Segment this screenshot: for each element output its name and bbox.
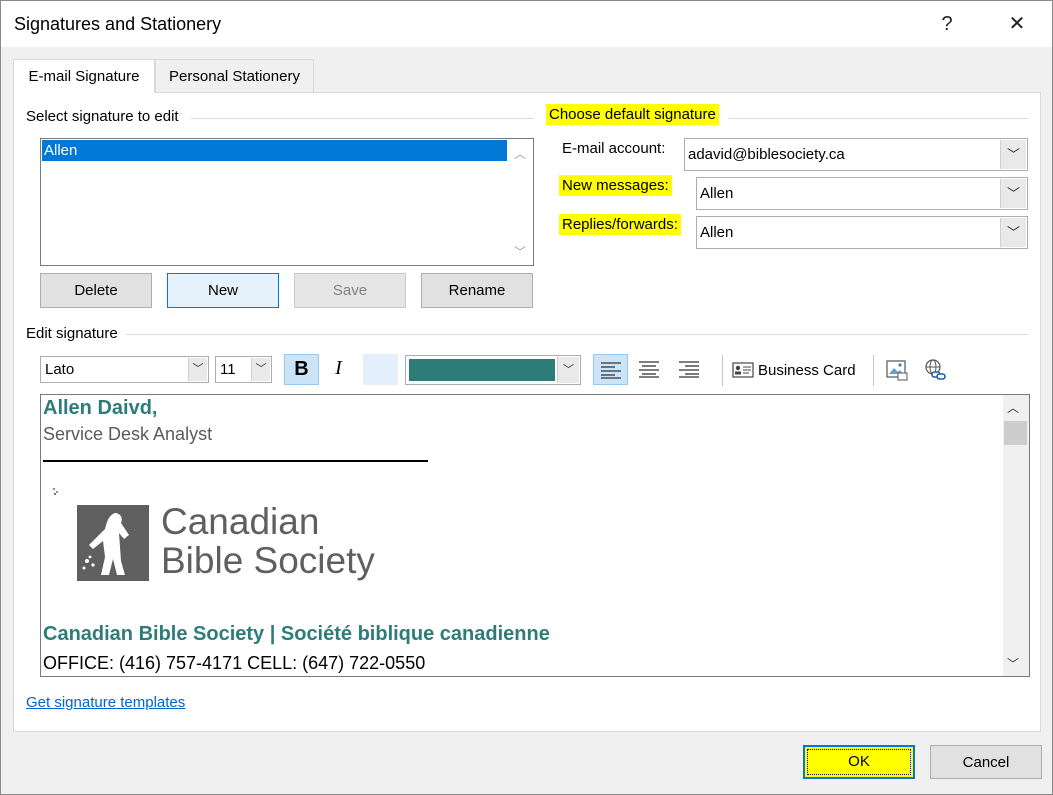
italic-button[interactable]: I	[321, 354, 356, 385]
email-account-select[interactable]: adavid@biblesociety.ca ﹀	[684, 138, 1028, 171]
tab-personal-stationery[interactable]: Personal Stationery	[155, 59, 314, 92]
underline-button[interactable]	[363, 354, 398, 385]
divider	[729, 118, 1029, 119]
chevron-down-icon: ﹀	[1000, 218, 1026, 247]
editor-scrollbar[interactable]: ︿ ﹀	[1003, 395, 1029, 676]
new-messages-label-text: New messages:	[559, 175, 672, 196]
new-messages-select[interactable]: Allen ﹀	[696, 177, 1028, 210]
scroll-down-icon[interactable]: ﹀	[1007, 655, 1019, 672]
business-card-icon	[732, 362, 754, 378]
font-color-select[interactable]: ﹀	[405, 355, 581, 385]
tab-email-signature[interactable]: E-mail Signature	[13, 59, 155, 93]
font-value: Lato	[45, 361, 75, 378]
signature-name: Allen Daivd,	[43, 397, 158, 419]
default-signature-label-text: Choose default signature	[546, 104, 719, 125]
logo-emblem-icon	[77, 505, 149, 581]
replies-forwards-label: Replies/forwards:	[559, 214, 681, 235]
scroll-up-icon[interactable]: ︿	[511, 145, 529, 163]
align-right-button[interactable]	[671, 354, 706, 385]
font-size-value: 11	[220, 361, 236, 378]
business-card-button[interactable]: Business Card	[732, 356, 856, 386]
business-card-label: Business Card	[758, 362, 856, 379]
logo-text-line2: Bible Society	[161, 540, 375, 581]
rename-button[interactable]: Rename	[421, 273, 533, 308]
broken-image-icon	[53, 483, 58, 495]
toolbar-separator	[722, 355, 723, 386]
signature-rule	[43, 460, 428, 462]
hyperlink-icon	[924, 359, 946, 380]
font-select[interactable]: Lato ﹀	[40, 356, 209, 383]
align-center-button[interactable]	[631, 354, 666, 385]
divider	[191, 118, 534, 119]
window-title: Signatures and Stationery	[14, 14, 222, 34]
logo-text-line1: Canadian	[161, 501, 320, 542]
align-center-icon	[638, 361, 659, 378]
edit-signature-label: Edit signature	[26, 325, 118, 342]
tab-personal-stationery-label: Personal Stationery	[169, 68, 300, 85]
new-messages-label: New messages:	[559, 175, 672, 196]
signature-list[interactable]: Allen ︿ ﹀	[40, 138, 534, 266]
signature-phone-line: OFFICE: (416) 757-4171 CELL: (647) 722-0…	[43, 653, 426, 673]
help-button[interactable]: ?	[927, 9, 967, 39]
picture-icon	[885, 360, 907, 381]
title-bar: Signatures and Stationery ? ✕	[1, 1, 1052, 47]
chevron-down-icon: ﹀	[1000, 179, 1026, 208]
chevron-down-icon: ﹀	[251, 358, 270, 381]
select-signature-label: Select signature to edit	[26, 108, 179, 125]
new-button[interactable]: New	[167, 273, 279, 308]
scroll-thumb[interactable]	[1004, 421, 1027, 445]
replies-forwards-value: Allen	[700, 224, 734, 241]
list-item[interactable]: Allen	[42, 140, 507, 161]
email-account-value: adavid@biblesociety.ca	[688, 146, 845, 163]
divider	[126, 334, 1029, 335]
font-color-swatch	[409, 359, 555, 381]
replies-forwards-label-text: Replies/forwards:	[559, 214, 681, 235]
align-left-button[interactable]	[593, 354, 628, 385]
chevron-down-icon: ﹀	[1000, 140, 1026, 169]
font-size-select[interactable]: 11 ﹀	[215, 356, 272, 383]
insert-picture-button[interactable]	[879, 355, 914, 386]
tab-email-signature-label: E-mail Signature	[28, 68, 140, 85]
delete-button[interactable]: Delete	[40, 273, 152, 308]
signature-title: Service Desk Analyst	[43, 424, 213, 444]
signature-editor[interactable]: Allen Daivd, Service Desk Analyst Canadi…	[40, 394, 1030, 677]
replies-forwards-select[interactable]: Allen ﹀	[696, 216, 1028, 249]
save-button[interactable]: Save	[294, 273, 406, 308]
scroll-up-icon[interactable]: ︿	[1007, 399, 1019, 416]
align-left-icon	[600, 362, 621, 379]
new-messages-value: Allen	[700, 185, 734, 202]
scroll-down-icon[interactable]: ﹀	[511, 243, 529, 261]
toolbar-separator	[873, 355, 874, 386]
get-signature-templates-link[interactable]: Get signature templates	[26, 694, 185, 711]
bold-button[interactable]: B	[284, 354, 319, 385]
close-button[interactable]: ✕	[997, 9, 1037, 39]
insert-hyperlink-button[interactable]	[917, 355, 952, 386]
chevron-down-icon: ﹀	[557, 357, 579, 383]
signatures-dialog: Signatures and Stationery ? ✕ E-mail Sig…	[0, 0, 1053, 795]
cancel-button[interactable]: Cancel	[930, 745, 1042, 779]
default-signature-label: Choose default signature	[546, 104, 719, 125]
ok-button[interactable]: OK	[803, 745, 915, 779]
email-account-label: E-mail account:	[562, 140, 666, 157]
chevron-down-icon: ﹀	[188, 358, 207, 381]
signature-org-line: Canadian Bible Society | Société bibliqu…	[43, 623, 550, 645]
align-right-icon	[678, 361, 699, 378]
